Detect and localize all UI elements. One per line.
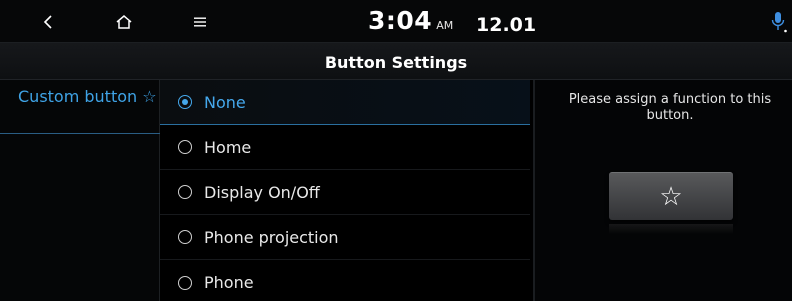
option-display-on-off[interactable]: Display On/Off xyxy=(160,170,530,215)
voice-mic-icon[interactable] xyxy=(770,10,788,34)
option-label: None xyxy=(204,92,246,112)
option-home[interactable]: Home xyxy=(160,125,530,170)
clock-time: 3:04 xyxy=(368,6,433,35)
clock: 3:04 AM xyxy=(368,6,453,38)
radio-icon xyxy=(178,140,192,154)
sidebar: Custom button ☆ xyxy=(0,80,160,301)
sidebar-item-custom-button[interactable]: Custom button ☆ xyxy=(0,80,160,134)
radio-icon xyxy=(178,275,192,290)
radio-icon xyxy=(178,185,192,199)
menu-icon xyxy=(194,17,206,27)
options-list: None Home Display On/Off Phone projectio… xyxy=(160,80,532,301)
back-arrow-icon xyxy=(43,15,52,29)
option-label: Phone projection xyxy=(204,227,339,247)
home-button[interactable] xyxy=(104,6,144,38)
radio-selected-icon xyxy=(178,95,192,109)
star-icon: ☆ xyxy=(659,181,683,212)
radio-icon xyxy=(178,230,192,244)
title-bar: Button Settings xyxy=(0,42,792,80)
detail-panel: Please assign a function to this button.… xyxy=(533,80,792,301)
option-phone[interactable]: Phone xyxy=(160,260,530,301)
clock-ampm: AM xyxy=(436,19,454,32)
date: 12.01 xyxy=(476,14,537,36)
option-phone-projection[interactable]: Phone projection xyxy=(160,215,530,260)
status-bar: 3:04 AM 12.01 xyxy=(0,0,792,42)
option-none[interactable]: None xyxy=(160,80,530,125)
option-label: Phone xyxy=(204,273,254,292)
menu-button[interactable] xyxy=(180,6,220,38)
home-icon xyxy=(116,15,132,29)
custom-star-button[interactable]: ☆ xyxy=(609,172,733,220)
option-label: Home xyxy=(204,137,252,157)
option-label: Display On/Off xyxy=(204,182,320,202)
page-title: Button Settings xyxy=(324,53,468,72)
button-reflection xyxy=(609,224,733,234)
assign-description: Please assign a function to this button. xyxy=(568,92,772,123)
back-button[interactable] xyxy=(28,6,68,38)
